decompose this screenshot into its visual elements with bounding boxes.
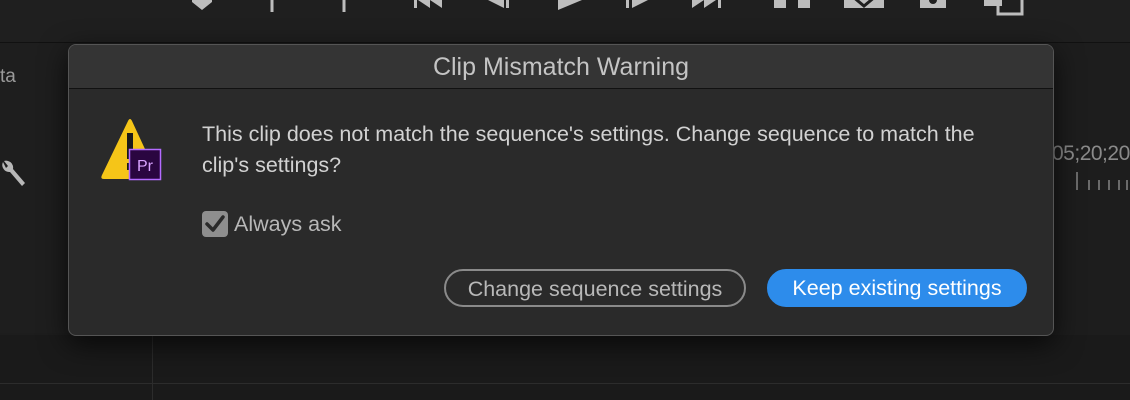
keep-existing-settings-button[interactable]: Keep existing settings bbox=[767, 269, 1027, 307]
track-divider bbox=[0, 383, 1130, 384]
export-frame-icon[interactable] bbox=[918, 0, 948, 14]
always-ask-option[interactable]: Always ask bbox=[202, 211, 342, 237]
premiere-pro-icon: Pr bbox=[128, 148, 162, 181]
always-ask-label[interactable]: Always ask bbox=[234, 212, 342, 237]
mark-in-icon[interactable] bbox=[266, 0, 282, 14]
timeline-tracks bbox=[0, 335, 1130, 400]
play-icon[interactable] bbox=[556, 0, 584, 16]
warning-triangle-icon: Pr bbox=[101, 119, 162, 181]
wrench-icon[interactable] bbox=[0, 158, 26, 192]
step-forward-icon[interactable] bbox=[624, 0, 652, 14]
dialog-message: This clip does not match the sequence's … bbox=[202, 122, 975, 177]
dialog-title: Clip Mismatch Warning bbox=[69, 45, 1053, 89]
panel-label-fragment: ta bbox=[0, 66, 16, 87]
overwrite-icon[interactable] bbox=[842, 0, 886, 14]
clip-mismatch-dialog: Clip Mismatch Warning Pr This clip does … bbox=[68, 44, 1054, 336]
always-ask-checkbox[interactable] bbox=[202, 211, 228, 237]
transport-toolbar bbox=[0, 0, 1130, 43]
track-header-divider bbox=[152, 335, 153, 400]
step-back-icon[interactable] bbox=[484, 0, 512, 14]
timeline-ruler bbox=[1076, 172, 1128, 190]
app-badge-text: Pr bbox=[137, 158, 154, 175]
add-marker-icon[interactable] bbox=[190, 0, 214, 14]
go-to-in-icon[interactable] bbox=[412, 0, 446, 14]
comparison-view-icon[interactable] bbox=[982, 0, 1026, 18]
insert-icon[interactable] bbox=[772, 0, 812, 14]
mark-out-icon[interactable] bbox=[334, 0, 350, 14]
go-to-out-icon[interactable] bbox=[690, 0, 724, 14]
checkmark-icon bbox=[205, 215, 225, 232]
change-sequence-settings-button[interactable]: Change sequence settings bbox=[444, 269, 746, 307]
timeline-timecode: 05;20;20 bbox=[1052, 142, 1130, 165]
